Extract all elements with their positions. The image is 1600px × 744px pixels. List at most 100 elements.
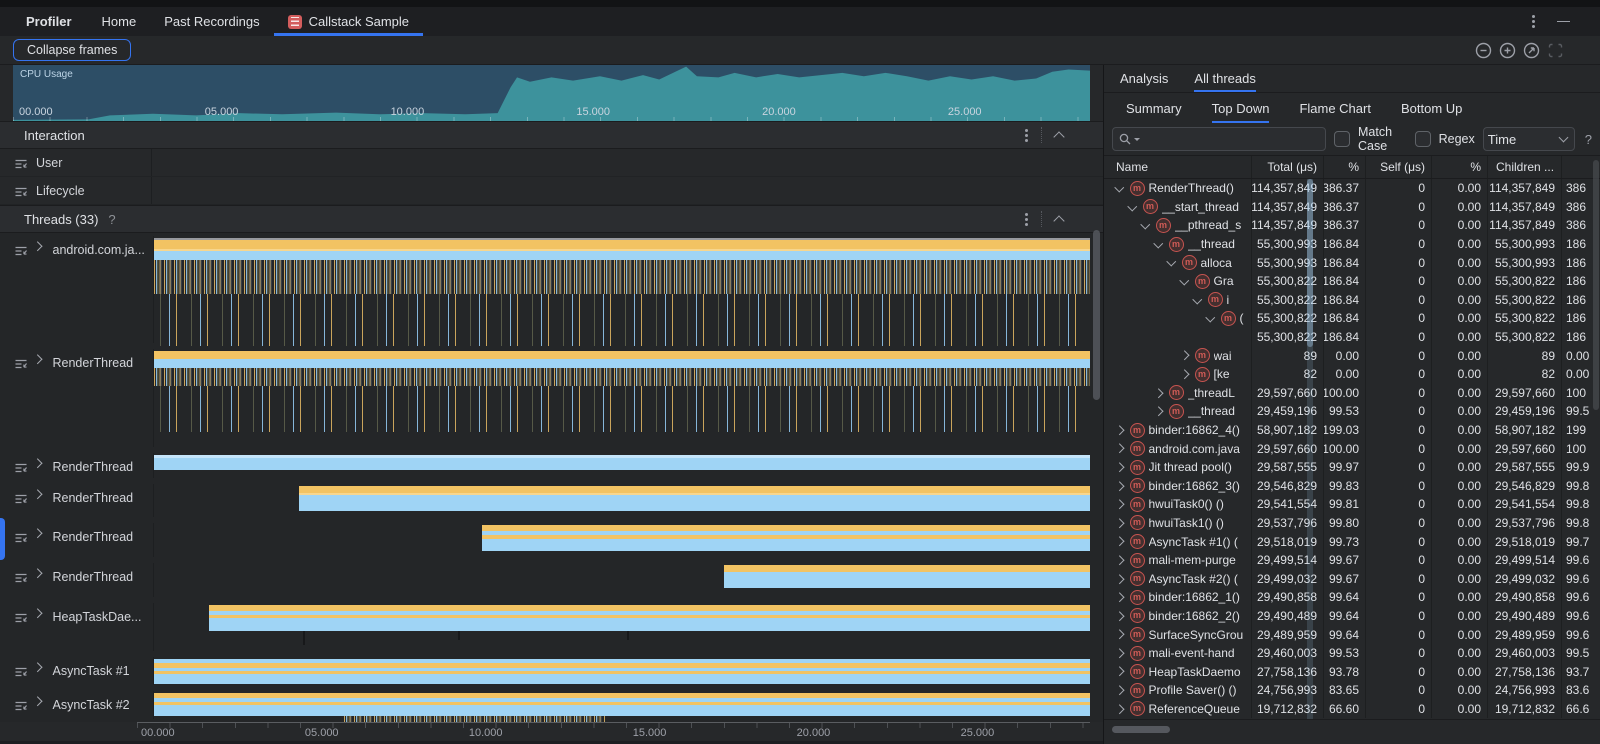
table-row[interactable]: mProfile Saver() ()24,756,99383.6500.002…: [1104, 681, 1600, 700]
tree-expand-chevron[interactable]: [1115, 425, 1124, 434]
thread-row-renderthread[interactable]: RenderThread: [0, 349, 153, 447]
interaction-row-user[interactable]: User: [0, 149, 1103, 177]
tab-home[interactable]: Home: [88, 7, 151, 36]
cpu-usage-chart[interactable]: CPU Usage 00.00005.00010.00015.00020.000…: [13, 65, 1090, 121]
thread-track[interactable]: [153, 484, 1103, 517]
thread-track[interactable]: [153, 657, 1103, 685]
thread-row-renderthread[interactable]: RenderThread: [0, 563, 153, 597]
subtab-summary[interactable]: Summary: [1126, 93, 1182, 123]
search-box[interactable]: [1112, 127, 1326, 151]
table-row[interactable]: m__start_thread114,357,849386.3700.00114…: [1104, 198, 1600, 217]
subtab-top-down[interactable]: Top Down: [1212, 93, 1270, 123]
table-row[interactable]: malloca55,300,993186.8400.0055,300,99318…: [1104, 253, 1600, 272]
interaction-track[interactable]: [151, 149, 1103, 176]
table-row[interactable]: mSurfaceSyncGrou29,489,95999.6400.0029,4…: [1104, 625, 1600, 644]
tree-expand-chevron[interactable]: [1115, 593, 1124, 602]
subtab-flame-chart[interactable]: Flame Chart: [1299, 93, 1371, 123]
tab-profiler[interactable]: Profiler: [12, 7, 88, 36]
table-row[interactable]: mAsyncTask #1() (29,518,01999.7300.0029,…: [1104, 532, 1600, 551]
table-row[interactable]: mmali-mem-purge29,499,51499.6700.0029,49…: [1104, 551, 1600, 570]
tree-expand-chevron[interactable]: [1115, 686, 1124, 695]
tree-expand-chevron[interactable]: [1115, 667, 1124, 676]
tree-collapse-chevron[interactable]: [1180, 276, 1189, 285]
help-icon[interactable]: ?: [1585, 132, 1592, 147]
thread-row-heaptaskdae[interactable]: HeapTaskDae...: [0, 603, 153, 651]
tree-expand-chevron[interactable]: [1180, 351, 1189, 360]
table-row[interactable]: m__thread29,459,19699.5300.0029,459,1969…: [1104, 402, 1600, 421]
threads-help-icon[interactable]: ?: [108, 212, 115, 227]
table-row[interactable]: mhwuiTask1() ()29,537,79699.8000.0029,53…: [1104, 514, 1600, 533]
table-scrollbar[interactable]: [1593, 160, 1599, 410]
tree-collapse-chevron[interactable]: [1154, 238, 1163, 247]
thread-track[interactable]: [153, 453, 1103, 478]
thread-row-asynctask-2[interactable]: AsyncTask #2: [0, 691, 153, 719]
thread-track[interactable]: [153, 523, 1103, 557]
tree-expand-chevron[interactable]: [1115, 574, 1124, 583]
thread-row-android-com-ja[interactable]: android.com.ja...: [0, 236, 153, 343]
column-header-total[interactable]: Total (μs): [1252, 156, 1324, 178]
frame-selection-icon[interactable]: [1547, 42, 1564, 59]
threads-collapse-icon[interactable]: [1053, 215, 1064, 226]
table-row[interactable]: mHeapTaskDaemo27,758,13693.7800.0027,758…: [1104, 662, 1600, 681]
threads-scrollbar[interactable]: [1093, 230, 1100, 400]
table-row[interactable]: mbinder:16862_2()29,490,48999.6400.0029,…: [1104, 607, 1600, 626]
expand-chevron-icon[interactable]: [33, 459, 42, 468]
tree-expand-chevron[interactable]: [1115, 500, 1124, 509]
tab-all-threads[interactable]: All threads: [1194, 65, 1255, 92]
table-row[interactable]: m__pthread_s114,357,849386.3700.00114,35…: [1104, 216, 1600, 235]
interaction-kebab-icon[interactable]: [1025, 134, 1028, 137]
expand-chevron-icon[interactable]: [33, 569, 42, 578]
expand-chevron-icon[interactable]: [33, 609, 42, 618]
tree-expand-chevron[interactable]: [1115, 611, 1124, 620]
table-row[interactable]: m_threadL29,597,660100.0000.0029,597,660…: [1104, 384, 1600, 403]
tab-callstack-sample[interactable]: Callstack Sample: [274, 7, 423, 36]
time-filter-dropdown[interactable]: Time: [1483, 127, 1575, 151]
tree-expand-chevron[interactable]: [1115, 518, 1124, 527]
expand-chevron-icon[interactable]: [33, 355, 42, 364]
table-row[interactable]: mandroid.com.java29,597,660100.0000.0029…: [1104, 439, 1600, 458]
tree-expand-chevron[interactable]: [1115, 704, 1124, 713]
tree-expand-chevron[interactable]: [1115, 481, 1124, 490]
threads-kebab-icon[interactable]: [1025, 218, 1028, 221]
expand-chevron-icon[interactable]: [33, 529, 42, 538]
expand-chevron-icon[interactable]: [33, 242, 42, 251]
table-row[interactable]: mReferenceQueue19,712,83266.6000.0019,71…: [1104, 700, 1600, 719]
expand-chevron-icon[interactable]: [33, 490, 42, 499]
table-row[interactable]: mhwuiTask0() ()29,541,55499.8100.0029,54…: [1104, 495, 1600, 514]
thread-track[interactable]: [153, 349, 1103, 447]
table-row[interactable]: mmali-event-hand29,460,00399.5300.0029,4…: [1104, 644, 1600, 663]
table-row[interactable]: mbinder:16862_4()58,907,182199.0300.0058…: [1104, 421, 1600, 440]
interaction-collapse-icon[interactable]: [1053, 131, 1064, 142]
tree-collapse-chevron[interactable]: [1206, 313, 1215, 322]
horizontal-scrollbar[interactable]: [1112, 726, 1170, 733]
zoom-out-icon[interactable]: [1475, 42, 1492, 59]
minimize-icon[interactable]: [1557, 21, 1570, 22]
thread-track[interactable]: [153, 236, 1103, 343]
thread-row-renderthread[interactable]: RenderThread: [0, 453, 153, 478]
thread-track[interactable]: [153, 603, 1103, 651]
inner-scrollbar-thumb[interactable]: [1307, 179, 1313, 347]
tree-collapse-chevron[interactable]: [1167, 257, 1176, 266]
tree-expand-chevron[interactable]: [1115, 537, 1124, 546]
tab-analysis[interactable]: Analysis: [1120, 65, 1168, 92]
column-header-name[interactable]: Name: [1112, 156, 1252, 178]
tree-expand-chevron[interactable]: [1180, 370, 1189, 379]
table-row[interactable]: m(55,300,822186.8400.0055,300,822186: [1104, 309, 1600, 328]
thread-row-renderthread[interactable]: RenderThread: [0, 484, 153, 517]
thread-row-asynctask-1[interactable]: AsyncTask #1: [0, 657, 153, 685]
thread-track[interactable]: [153, 563, 1103, 597]
tree-collapse-chevron[interactable]: [1141, 220, 1150, 229]
tree-collapse-chevron[interactable]: [1115, 183, 1124, 192]
column-header-total-pct[interactable]: %: [1324, 156, 1366, 178]
table-row[interactable]: m[ke820.0000.00820.00: [1104, 365, 1600, 384]
table-row[interactable]: mbinder:16862_3()29,546,82999.8300.0029,…: [1104, 477, 1600, 496]
search-input[interactable]: [1142, 131, 1320, 147]
table-row[interactable]: m__thread55,300,993186.8400.0055,300,993…: [1104, 235, 1600, 254]
kebab-menu-icon[interactable]: [1532, 20, 1535, 23]
zoom-in-icon[interactable]: [1499, 42, 1516, 59]
table-row[interactable]: mRenderThread()114,357,849386.3700.00114…: [1104, 179, 1600, 198]
tree-expand-chevron[interactable]: [1115, 649, 1124, 658]
subtab-bottom-up[interactable]: Bottom Up: [1401, 93, 1462, 123]
table-row[interactable]: mAsyncTask #2() (29,499,03299.6700.0029,…: [1104, 569, 1600, 588]
tree-expand-chevron[interactable]: [1154, 388, 1163, 397]
